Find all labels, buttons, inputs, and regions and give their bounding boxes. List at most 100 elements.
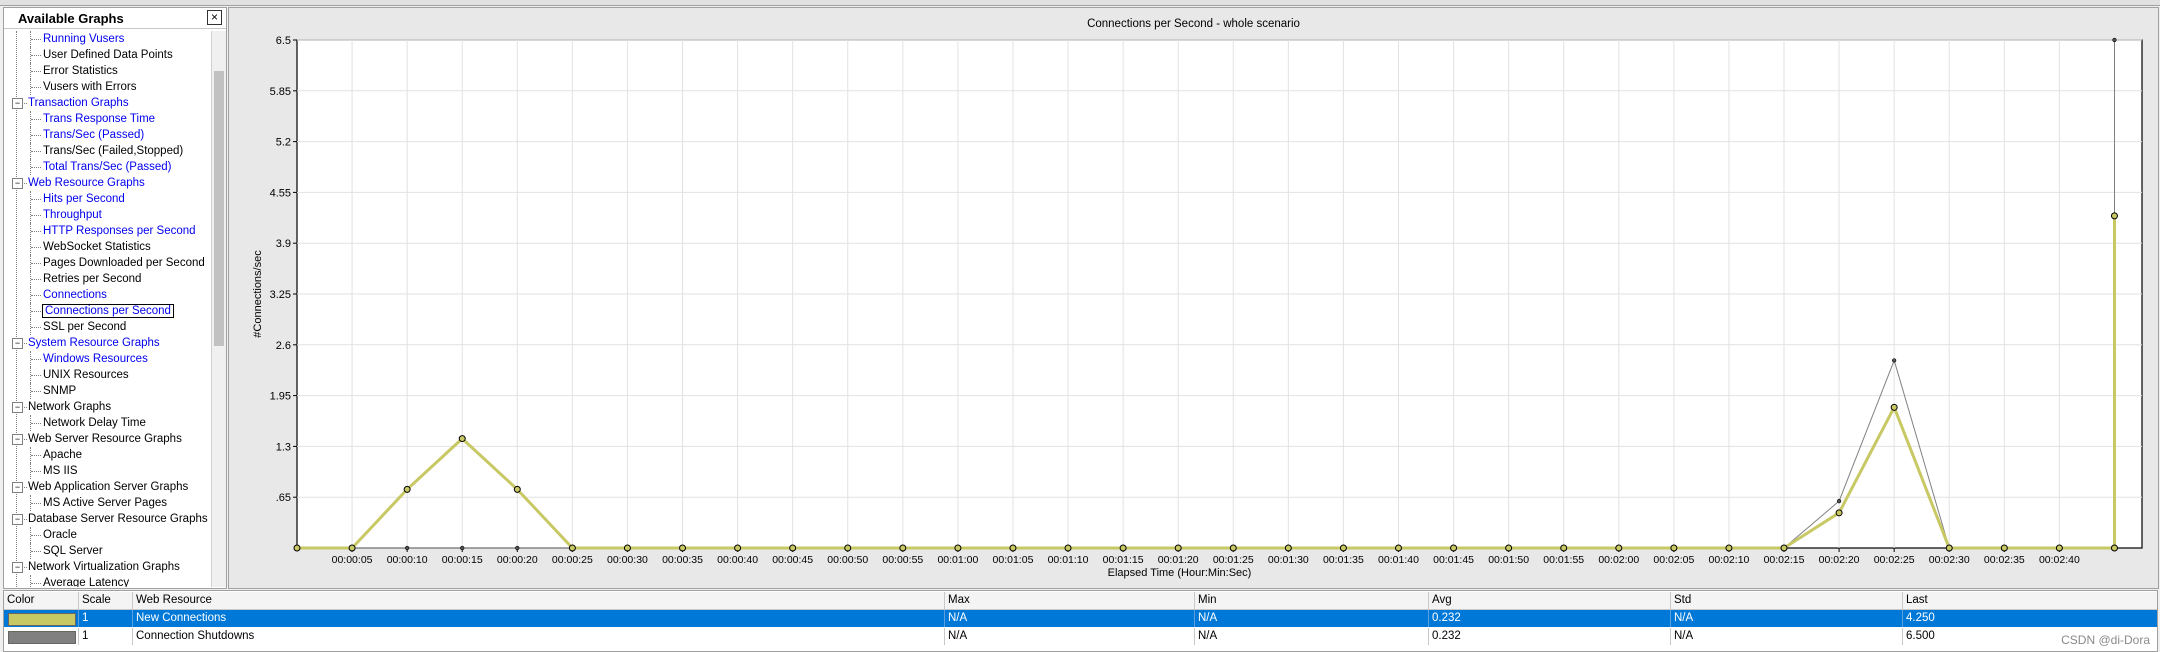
y-tick-label: 1.95 (270, 391, 291, 403)
tree-item[interactable]: Retries per Second (43, 271, 141, 287)
legend-row-connection-shutdowns[interactable]: 1 Connection Shutdowns N/A N/A 0.232 N/A… (4, 628, 2157, 645)
data-point (460, 545, 465, 551)
y-tick-label: 1.3 (276, 441, 291, 453)
tree-item[interactable]: MS Active Server Pages (43, 495, 167, 511)
tree-item[interactable]: Oracle (43, 527, 77, 543)
panel-title: Available Graphs (18, 11, 124, 26)
data-point (1560, 544, 1568, 552)
legend-color-cell (4, 610, 78, 627)
data-point (1890, 403, 1898, 411)
tree-item[interactable]: Transaction Graphs (28, 95, 129, 111)
data-point (1836, 499, 1842, 504)
x-tick-label: 00:02:20 (1819, 554, 1860, 566)
tree-item[interactable]: System Resource Graphs (28, 335, 160, 351)
data-point (1064, 544, 1072, 552)
x-tick-label: 00:00:50 (827, 554, 868, 566)
header-last[interactable]: Last (1902, 592, 2157, 609)
y-tick-label: 5.85 (270, 86, 291, 98)
tree-item-label: Pages Downloaded per Second (43, 257, 205, 269)
tree-item-label: Error Statistics (43, 65, 118, 77)
tree-item[interactable]: Total Trans/Sec (Passed) (43, 159, 171, 175)
tree-line (31, 151, 41, 152)
legend-max: N/A (944, 610, 1194, 627)
tree-item[interactable]: Windows Resources (43, 351, 148, 367)
tree-item-label: Throughput (43, 209, 102, 221)
y-tick-label: 4.55 (270, 187, 291, 199)
watermark: CSDN @di-Dora (2061, 633, 2150, 647)
tree-item[interactable]: MS IIS (43, 463, 78, 479)
tree-line (31, 359, 41, 360)
data-point (1339, 544, 1347, 552)
tree-line (22, 567, 27, 568)
header-color[interactable]: Color (4, 592, 78, 609)
tree-item[interactable]: Hits per Second (43, 191, 125, 207)
tree-item[interactable]: Web Resource Graphs (28, 175, 145, 191)
tree-item[interactable]: Average Latency (43, 575, 129, 587)
tree-item[interactable]: Network Virtualization Graphs (28, 559, 180, 575)
x-tick-label: 00:01:15 (1103, 554, 1144, 566)
data-point (1229, 544, 1237, 552)
data-point (954, 544, 962, 552)
data-point (1174, 544, 1182, 552)
x-tick-label: 00:01:20 (1158, 554, 1199, 566)
tree-item-label: WebSocket Statistics (43, 241, 151, 253)
header-min[interactable]: Min (1194, 592, 1428, 609)
tree-item[interactable]: Apache (43, 447, 82, 463)
tree-scrollbar[interactable] (211, 31, 226, 587)
data-point (844, 544, 852, 552)
legend-table: Color Scale Web Resource Max Min Avg Std… (3, 590, 2158, 652)
tree-item[interactable]: Running Vusers (43, 31, 124, 47)
tree-item[interactable]: User Defined Data Points (43, 47, 173, 63)
tree-item[interactable]: Trans/Sec (Failed,Stopped) (43, 143, 183, 159)
tree-item-label: Trans Response Time (43, 113, 156, 125)
tree-item[interactable]: Vusers with Errors (43, 79, 137, 95)
tree-item[interactable]: HTTP Responses per Second (43, 223, 196, 239)
scrollbar-thumb[interactable] (214, 71, 224, 346)
data-point (1394, 544, 1402, 552)
tree-item[interactable]: Throughput (43, 207, 102, 223)
header-avg[interactable]: Avg (1428, 592, 1670, 609)
tree-item[interactable]: Trans Response Time (43, 111, 155, 127)
tree-item[interactable]: Pages Downloaded per Second (43, 255, 205, 271)
tree-item[interactable]: SNMP (43, 383, 76, 399)
close-icon[interactable]: × (207, 10, 222, 25)
top-toolbar-strip (0, 0, 2160, 6)
chart-svg[interactable]: .65 1.3 1.95 2.6 3.25 3.9 4.55 5.2 5.85 6.5 00:00:… (229, 8, 2158, 588)
tree-item[interactable]: SQL Server (43, 543, 103, 559)
legend-last: 4.250 (1902, 610, 2157, 627)
header-web-resource[interactable]: Web Resource (132, 592, 944, 609)
tree-line (31, 135, 41, 136)
header-std[interactable]: Std (1670, 592, 1902, 609)
tree-item[interactable]: Network Graphs (28, 399, 111, 415)
x-tick-label: 00:00:35 (662, 554, 703, 566)
tree-item[interactable]: WebSocket Statistics (43, 239, 151, 255)
tree-item[interactable]: Database Server Resource Graphs (28, 511, 208, 527)
tree-line (31, 583, 41, 584)
tree-item-label: Running Vusers (43, 33, 125, 45)
tree-item-label: Transaction Graphs (28, 97, 129, 109)
header-max[interactable]: Max (944, 592, 1194, 609)
tree-item[interactable]: Web Application Server Graphs (28, 479, 188, 495)
header-scale[interactable]: Scale (78, 592, 132, 609)
tree-item[interactable]: Web Server Resource Graphs (28, 431, 182, 447)
tree-item-label: Retries per Second (43, 273, 142, 285)
tree-item[interactable]: Network Delay Time (43, 415, 146, 431)
tree-item[interactable]: Error Statistics (43, 63, 118, 79)
tree-item[interactable]: Connections (43, 287, 107, 303)
data-point (789, 544, 797, 552)
data-point (293, 544, 301, 552)
tree-item-label: Network Delay Time (43, 417, 146, 429)
x-tick-label: 00:00:55 (882, 554, 923, 566)
data-point (1615, 544, 1623, 552)
y-tick-label: 6.5 (276, 35, 291, 47)
legend-color-cell (4, 628, 78, 645)
data-point (1725, 544, 1733, 552)
tree-item[interactable]: Trans/Sec (Passed) (43, 127, 144, 143)
tree-item[interactable]: Connections per Second (42, 303, 174, 319)
legend-row-new-connections[interactable]: 1 New Connections N/A N/A 0.232 N/A 4.25… (4, 610, 2157, 627)
tree-item-label: Web Server Resource Graphs (28, 433, 182, 445)
tree-item[interactable]: UNIX Resources (43, 367, 129, 383)
tree-item[interactable]: SSL per Second (43, 319, 126, 335)
tree-item-label: Web Resource Graphs (28, 177, 145, 189)
tree-line (31, 263, 41, 264)
